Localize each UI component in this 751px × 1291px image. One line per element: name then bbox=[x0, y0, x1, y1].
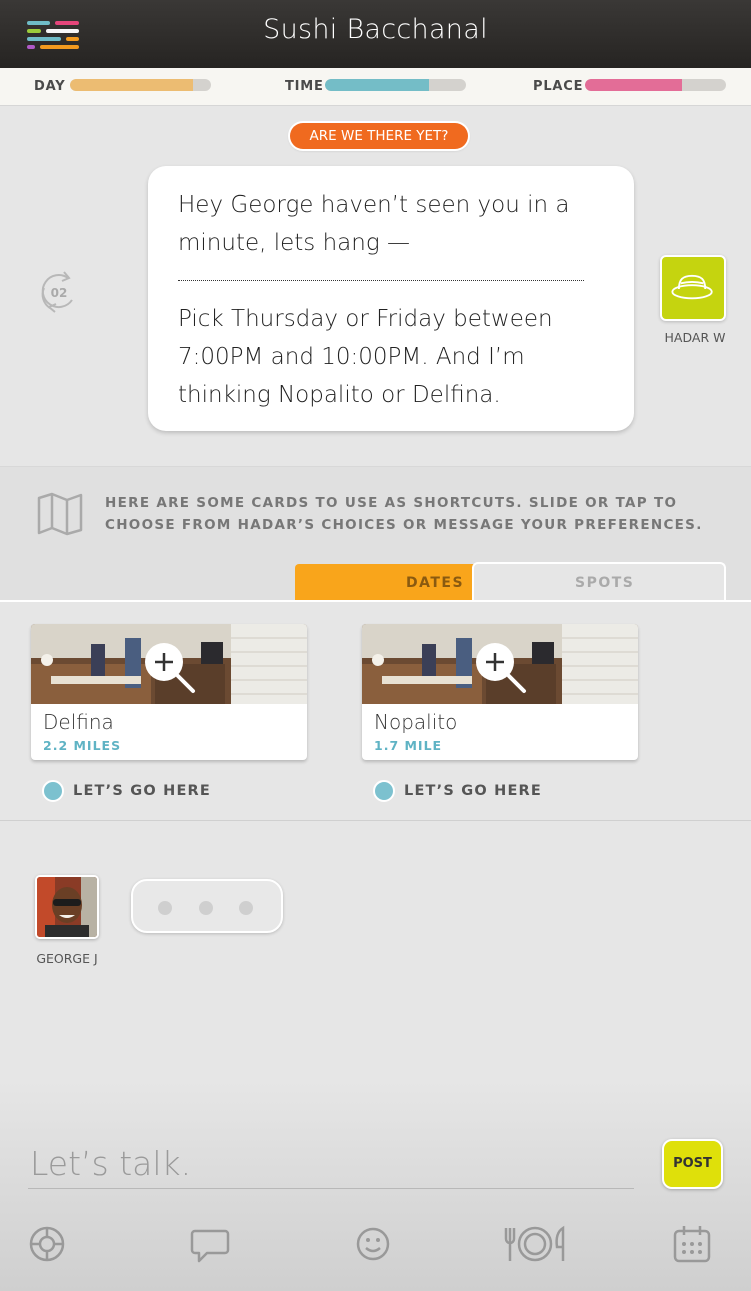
card-distance: 2.2 MILES bbox=[43, 738, 122, 753]
card-delfina[interactable]: Delfina 2.2 MILES bbox=[31, 624, 307, 760]
app-header: Sushi Bacchanal bbox=[0, 0, 751, 68]
tab-dates[interactable]: DATES bbox=[295, 564, 477, 600]
place-progress-bar bbox=[585, 79, 726, 91]
time-progress-bar bbox=[325, 79, 466, 91]
hadar-avatar[interactable] bbox=[660, 255, 726, 321]
go-here-label: LET’S GO HERE bbox=[404, 783, 543, 799]
zoom-in-icon[interactable] bbox=[143, 642, 199, 696]
place-progress-label: PLACE bbox=[533, 79, 584, 94]
page-title: Sushi Bacchanal bbox=[263, 14, 488, 45]
card-title: Nopalito bbox=[374, 710, 458, 734]
message-input[interactable] bbox=[28, 1139, 634, 1189]
tab-spots[interactable]: SPOTS bbox=[472, 562, 726, 600]
radio-button[interactable] bbox=[42, 780, 64, 802]
card-title: Delfina bbox=[43, 710, 114, 734]
calendar-icon[interactable] bbox=[671, 1223, 713, 1265]
progress-strip: DAY TIME PLACE bbox=[0, 68, 751, 106]
time-progress-label: TIME bbox=[285, 79, 324, 94]
dining-icon[interactable] bbox=[501, 1223, 569, 1265]
user-photo bbox=[37, 877, 97, 937]
message-proposal: Pick Thursday or Friday between 7:00PM a… bbox=[178, 306, 553, 408]
typing-dot bbox=[158, 901, 172, 915]
go-here-label: LET’S GO HERE bbox=[73, 783, 212, 799]
typing-dot bbox=[199, 901, 213, 915]
spot-cards: Delfina 2.2 MILES LET’S GO HERE Nopalito bbox=[0, 600, 751, 820]
hat-icon bbox=[671, 274, 713, 300]
message-divider bbox=[178, 280, 584, 281]
tab-dates-label: DATES bbox=[406, 575, 465, 591]
smiley-icon[interactable] bbox=[352, 1223, 394, 1265]
user-name: GEORGE J bbox=[36, 951, 98, 966]
chat-icon[interactable] bbox=[189, 1223, 231, 1265]
place-progress-fill bbox=[585, 79, 683, 91]
card-nopalito[interactable]: Nopalito 1.7 MILE bbox=[362, 624, 638, 760]
tab-spots-label: SPOTS bbox=[575, 575, 635, 591]
card-distance: 1.7 MILE bbox=[374, 738, 443, 753]
chat-area: GEORGE J POST bbox=[0, 820, 751, 1291]
george-avatar[interactable] bbox=[35, 875, 99, 939]
post-button[interactable]: POST bbox=[662, 1139, 723, 1189]
radio-button[interactable] bbox=[373, 780, 395, 802]
time-progress-fill bbox=[325, 79, 430, 91]
day-progress-label: DAY bbox=[34, 79, 66, 94]
day-progress-bar bbox=[70, 79, 211, 91]
conversation-area: ARE WE THERE YET? 02 Hey George haven’t … bbox=[0, 106, 751, 466]
typing-dot bbox=[239, 901, 253, 915]
are-we-there-yet-button[interactable]: ARE WE THERE YET? bbox=[290, 123, 468, 149]
message-bubble: Hey George haven’t seen you in a minute,… bbox=[148, 166, 634, 431]
day-progress-fill bbox=[70, 79, 193, 91]
zoom-in-icon[interactable] bbox=[474, 642, 530, 696]
sender-name: HADAR W bbox=[664, 330, 726, 345]
typing-indicator bbox=[131, 879, 283, 933]
round-counter: 02 bbox=[50, 286, 68, 300]
support-icon[interactable] bbox=[26, 1223, 68, 1265]
message-greeting: Hey George haven’t seen you in a minute,… bbox=[178, 192, 570, 256]
hint-text: HERE ARE SOME CARDS TO USE AS SHORTCUTS.… bbox=[105, 495, 703, 533]
map-icon bbox=[37, 492, 83, 536]
